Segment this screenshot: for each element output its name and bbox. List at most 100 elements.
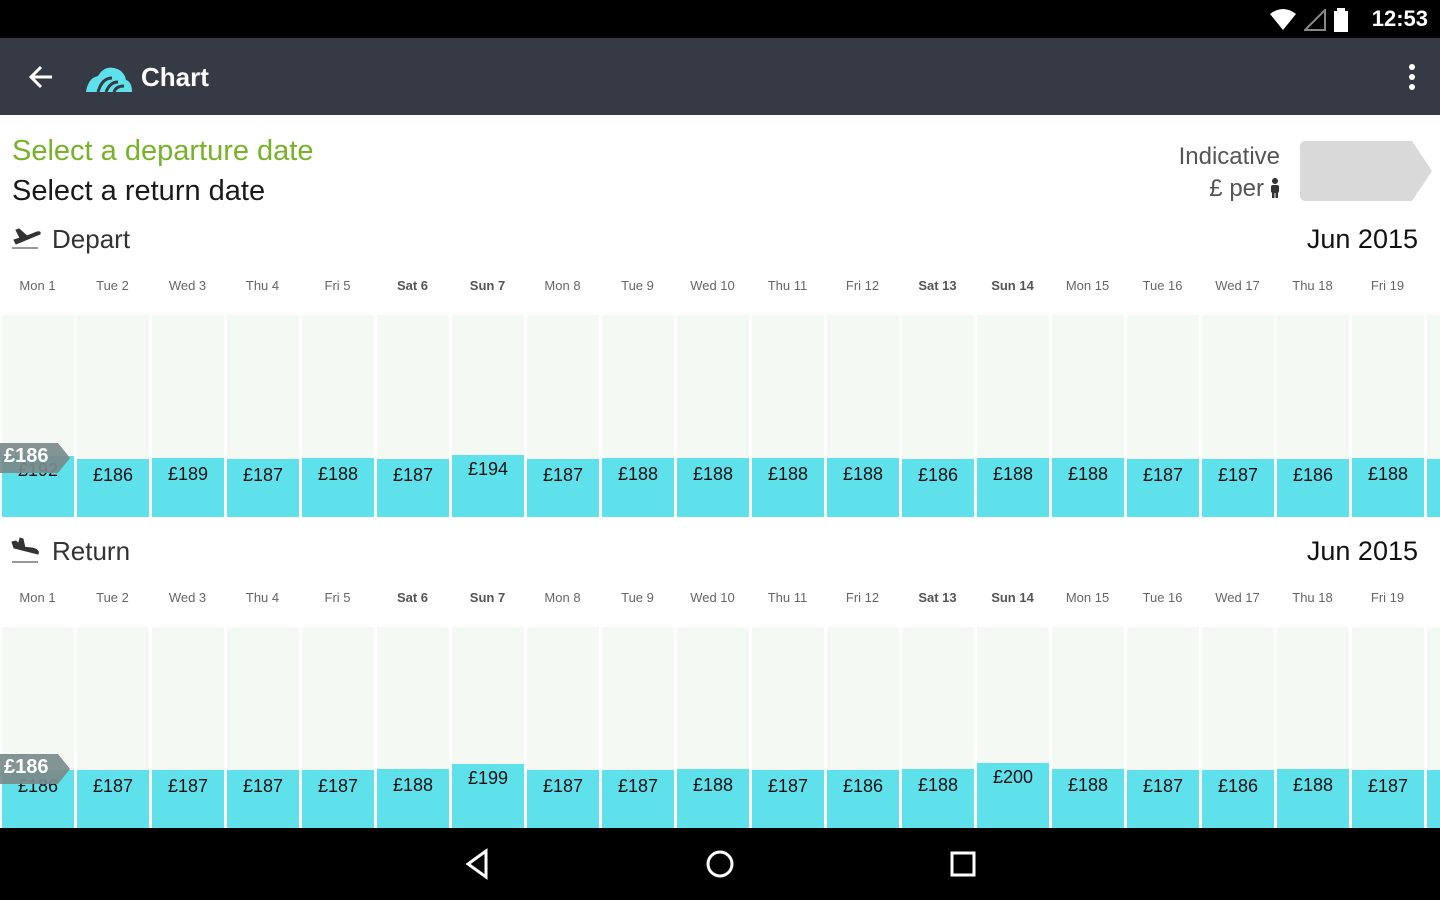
depart-day-label: Wed 17 [1215, 278, 1260, 293]
return-day-label: Fri 5 [324, 590, 351, 605]
nav-home-icon[interactable] [702, 846, 738, 882]
departure-prompt[interactable]: Select a departure date [12, 135, 313, 168]
depart-day-label: Fri 12 [845, 278, 880, 293]
return-day-label: Fri 19 [1370, 590, 1405, 605]
return-day-label: Thu 4 [245, 590, 280, 605]
depart-price-bar[interactable]: £188 [1352, 458, 1424, 517]
depart-price-label: £188 [767, 464, 809, 484]
indicative-label: Indicative [1178, 143, 1280, 170]
return-day-label: Tue 9 [621, 590, 654, 605]
depart-price-label: £188 [1367, 464, 1409, 484]
nav-recents-icon[interactable] [945, 846, 981, 882]
return-price-label: £187 [1142, 775, 1184, 796]
return-price-label: £186 [1217, 776, 1259, 796]
depart-price-bar [1427, 459, 1440, 517]
depart-day-label: Tue 2 [96, 278, 129, 293]
depart-price-bar[interactable]: £194 [452, 455, 524, 517]
return-price-bar[interactable]: £187 [302, 769, 374, 828]
plane-takeoff-icon [12, 228, 41, 249]
return-price-bar[interactable]: £199 [452, 763, 524, 828]
depart-price-bar[interactable]: £188 [1052, 458, 1124, 517]
depart-price-label: £187 [242, 464, 284, 485]
return-price-bar[interactable]: £200 [977, 763, 1049, 828]
depart-price-chart: £192£186£189£187£188£187£194£187£188£188… [0, 315, 1440, 517]
return-price-label: £187 [167, 775, 209, 796]
wifi-icon [1270, 9, 1296, 30]
return-price-bar[interactable]: £188 [1052, 769, 1124, 828]
depart-price-bar[interactable]: £189 [152, 457, 224, 517]
return-price-bar[interactable]: £187 [152, 769, 224, 828]
return-prompt[interactable]: Select a return date [12, 175, 265, 208]
depart-price-bar[interactable]: £188 [752, 458, 824, 517]
depart-price-bar[interactable]: £186 [1277, 459, 1349, 517]
depart-day-label: Tue 9 [621, 278, 654, 293]
return-price-bar[interactable]: £186 [827, 770, 899, 828]
return-price-label: £200 [992, 767, 1034, 787]
return-day-label: Sun 7 [469, 590, 506, 605]
return-day-label: Sun 14 [991, 590, 1034, 605]
depart-price-label: £188 [842, 464, 884, 484]
return-price-bar[interactable]: £187 [1127, 769, 1199, 828]
depart-day-label: Fri 19 [1370, 278, 1405, 293]
return-price-bar[interactable]: £188 [377, 769, 449, 828]
return-day-label: Sat 6 [396, 590, 429, 605]
depart-price-bar[interactable]: £188 [677, 458, 749, 517]
depart-price-label: £194 [467, 459, 509, 479]
more-vert-icon[interactable] [1406, 60, 1418, 94]
return-price-bar [1427, 770, 1440, 828]
arrow-back-icon[interactable] [24, 60, 58, 94]
depart-min-price-text: £186 [4, 445, 49, 467]
depart-price-bar[interactable]: £187 [1127, 458, 1199, 517]
system-nav-bar [0, 828, 1440, 900]
depart-price-bar[interactable]: £188 [827, 458, 899, 517]
depart-price-bar[interactable]: £187 [1202, 458, 1274, 517]
return-price-label: £187 [317, 775, 359, 796]
return-min-price-text: £186 [4, 756, 49, 778]
return-month: Jun 2015 [1306, 535, 1418, 566]
return-day-label: Tue 16 [1142, 590, 1183, 605]
per-person-row: £ per [1179, 173, 1280, 205]
depart-price-bar[interactable]: £188 [602, 458, 674, 517]
per-person-label: £ per [1209, 175, 1264, 202]
depart-day-label: Tue 16 [1142, 278, 1183, 293]
depart-price-bar[interactable]: £188 [302, 458, 374, 517]
depart-day-label: Sun 14 [991, 278, 1034, 293]
depart-price-bar[interactable]: £188 [977, 458, 1049, 517]
return-day-label: Thu 18 [1292, 590, 1333, 605]
depart-price-label: £188 [1067, 464, 1109, 484]
depart-price-label: £187 [542, 464, 584, 485]
return-day-label: Thu 11 [767, 590, 808, 605]
return-price-bar[interactable]: £187 [227, 769, 299, 828]
return-price-bar[interactable]: £188 [902, 769, 974, 828]
return-price-bar[interactable]: £188 [677, 769, 749, 828]
return-price-bar[interactable]: £187 [77, 769, 149, 828]
depart-price-bar[interactable]: £186 [902, 459, 974, 517]
return-label-text: Return [52, 535, 131, 566]
depart-price-bar[interactable]: £187 [527, 458, 599, 517]
return-price-label: £187 [542, 775, 584, 796]
return-price-label: £188 [917, 775, 959, 795]
return-price-label: £186 [842, 776, 884, 796]
depart-day-label: Thu 4 [245, 278, 280, 293]
depart-price-bar[interactable]: £187 [227, 458, 299, 517]
depart-price-bar[interactable]: £186 [77, 459, 149, 517]
return-price-bar[interactable]: £188 [1277, 769, 1349, 828]
return-day-label: Mon 1 [19, 590, 56, 605]
nav-back-icon[interactable] [460, 846, 496, 882]
status-time: 12:53 [1371, 6, 1428, 31]
return-price-bar[interactable]: £186 [1202, 770, 1274, 828]
return-price-bar[interactable]: £187 [1352, 769, 1424, 828]
depart-price-label: £188 [992, 464, 1034, 484]
depart-price-label: £187 [1217, 464, 1259, 485]
return-price-bar[interactable]: £187 [602, 769, 674, 828]
depart-day-label: Sun 7 [469, 278, 506, 293]
signal-icon [1304, 9, 1326, 31]
return-price-label: £188 [1292, 775, 1334, 795]
return-price-label: £187 [767, 775, 809, 796]
depart-price-bar[interactable]: £187 [377, 458, 449, 517]
return-price-bar[interactable]: £187 [752, 769, 824, 828]
return-price-bar[interactable]: £187 [527, 769, 599, 828]
plane-landing-icon [11, 537, 39, 563]
return-price-label: £188 [692, 775, 734, 795]
depart-day-label: Fri 5 [324, 278, 351, 293]
